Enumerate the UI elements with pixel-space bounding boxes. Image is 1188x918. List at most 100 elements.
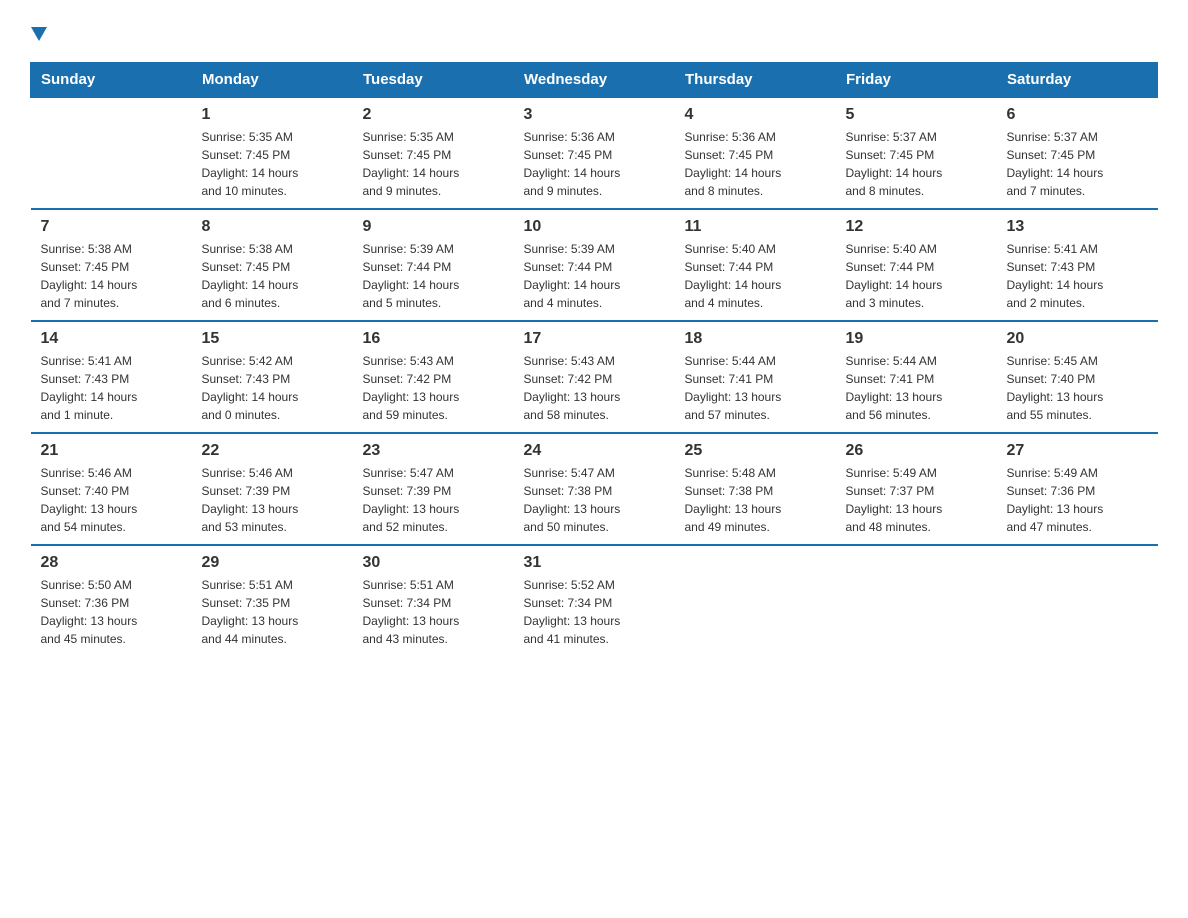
- day-info: Sunrise: 5:37 AM Sunset: 7:45 PM Dayligh…: [846, 128, 987, 200]
- column-header-friday: Friday: [836, 63, 997, 98]
- calendar-cell: 3 Sunrise: 5:36 AM Sunset: 7:45 PM Daylig…: [514, 97, 675, 209]
- calendar-header-row: SundayMondayTuesdayWednesdayThursdayFrid…: [31, 63, 1158, 98]
- calendar-cell: 12 Sunrise: 5:40 AM Sunset: 7:44 PM Dayli…: [836, 209, 997, 321]
- calendar-cell: [997, 545, 1158, 656]
- day-info: Sunrise: 5:51 AM Sunset: 7:34 PM Dayligh…: [363, 576, 504, 648]
- calendar-cell: 24 Sunrise: 5:47 AM Sunset: 7:38 PM Dayli…: [514, 433, 675, 545]
- calendar-cell: 28 Sunrise: 5:50 AM Sunset: 7:36 PM Dayli…: [31, 545, 192, 656]
- day-number: 26: [846, 442, 987, 460]
- day-number: 5: [846, 106, 987, 124]
- day-info: Sunrise: 5:38 AM Sunset: 7:45 PM Dayligh…: [41, 240, 182, 312]
- day-number: 13: [1007, 218, 1148, 236]
- day-number: 22: [202, 442, 343, 460]
- day-number: 21: [41, 442, 182, 460]
- logo-text: [30, 20, 48, 52]
- day-info: Sunrise: 5:43 AM Sunset: 7:42 PM Dayligh…: [363, 352, 504, 424]
- day-number: 31: [524, 554, 665, 572]
- week-row-2: 7 Sunrise: 5:38 AM Sunset: 7:45 PM Daylig…: [31, 209, 1158, 321]
- day-number: 25: [685, 442, 826, 460]
- day-info: Sunrise: 5:42 AM Sunset: 7:43 PM Dayligh…: [202, 352, 343, 424]
- calendar-cell: 18Sunrise: 5:44 AM Sunset: 7:41 PM Dayli…: [675, 321, 836, 433]
- day-info: Sunrise: 5:38 AM Sunset: 7:45 PM Dayligh…: [202, 240, 343, 312]
- day-number: 10: [524, 218, 665, 236]
- day-number: 29: [202, 554, 343, 572]
- day-info: Sunrise: 5:40 AM Sunset: 7:44 PM Dayligh…: [846, 240, 987, 312]
- day-number: 15: [202, 330, 343, 348]
- column-header-thursday: Thursday: [675, 63, 836, 98]
- day-number: 12: [846, 218, 987, 236]
- week-row-3: 14 Sunrise: 5:41 AM Sunset: 7:43 PM Dayli…: [31, 321, 1158, 433]
- day-number: 4: [685, 106, 826, 124]
- day-number: 9: [363, 218, 504, 236]
- day-number: 18: [685, 330, 826, 348]
- week-row-4: 21 Sunrise: 5:46 AM Sunset: 7:40 PM Dayli…: [31, 433, 1158, 545]
- day-info: Sunrise: 5:35 AM Sunset: 7:45 PM Dayligh…: [363, 128, 504, 200]
- day-number: 23: [363, 442, 504, 460]
- day-number: 20: [1007, 330, 1148, 348]
- day-info: Sunrise: 5:45 AM Sunset: 7:40 PM Dayligh…: [1007, 352, 1148, 424]
- day-number: 8: [202, 218, 343, 236]
- page-header: [30, 20, 1158, 44]
- day-info: Sunrise: 5:36 AM Sunset: 7:45 PM Dayligh…: [524, 128, 665, 200]
- day-info: Sunrise: 5:43 AM Sunset: 7:42 PM Dayligh…: [524, 352, 665, 424]
- calendar-cell: 5 Sunrise: 5:37 AM Sunset: 7:45 PM Daylig…: [836, 97, 997, 209]
- column-header-wednesday: Wednesday: [514, 63, 675, 98]
- day-info: Sunrise: 5:41 AM Sunset: 7:43 PM Dayligh…: [41, 352, 182, 424]
- day-number: 16: [363, 330, 504, 348]
- day-number: 6: [1007, 106, 1148, 124]
- calendar-cell: 15 Sunrise: 5:42 AM Sunset: 7:43 PM Dayli…: [192, 321, 353, 433]
- day-number: 28: [41, 554, 182, 572]
- day-info: Sunrise: 5:36 AM Sunset: 7:45 PM Dayligh…: [685, 128, 826, 200]
- calendar-cell: 27Sunrise: 5:49 AM Sunset: 7:36 PM Dayli…: [997, 433, 1158, 545]
- day-number: 11: [685, 218, 826, 236]
- calendar-cell: 22 Sunrise: 5:46 AM Sunset: 7:39 PM Dayli…: [192, 433, 353, 545]
- day-number: 24: [524, 442, 665, 460]
- calendar-cell: 14 Sunrise: 5:41 AM Sunset: 7:43 PM Dayli…: [31, 321, 192, 433]
- day-info: Sunrise: 5:39 AM Sunset: 7:44 PM Dayligh…: [363, 240, 504, 312]
- day-info: Sunrise: 5:48 AM Sunset: 7:38 PM Dayligh…: [685, 464, 826, 536]
- calendar-cell: 6 Sunrise: 5:37 AM Sunset: 7:45 PM Daylig…: [997, 97, 1158, 209]
- week-row-1: 1 Sunrise: 5:35 AM Sunset: 7:45 PM Daylig…: [31, 97, 1158, 209]
- calendar-cell: 2 Sunrise: 5:35 AM Sunset: 7:45 PM Daylig…: [353, 97, 514, 209]
- calendar-cell: 31 Sunrise: 5:52 AM Sunset: 7:34 PM Dayli…: [514, 545, 675, 656]
- calendar-cell: 1Sunrise: 5:35 AM Sunset: 7:45 PM Daylig…: [192, 97, 353, 209]
- calendar-cell: 8 Sunrise: 5:38 AM Sunset: 7:45 PM Daylig…: [192, 209, 353, 321]
- calendar-cell: 11Sunrise: 5:40 AM Sunset: 7:44 PM Dayli…: [675, 209, 836, 321]
- day-info: Sunrise: 5:44 AM Sunset: 7:41 PM Dayligh…: [846, 352, 987, 424]
- day-number: 7: [41, 218, 182, 236]
- calendar-cell: 30Sunrise: 5:51 AM Sunset: 7:34 PM Dayli…: [353, 545, 514, 656]
- day-info: Sunrise: 5:46 AM Sunset: 7:39 PM Dayligh…: [202, 464, 343, 536]
- day-number: 1: [202, 106, 343, 124]
- calendar-cell: 4 Sunrise: 5:36 AM Sunset: 7:45 PM Daylig…: [675, 97, 836, 209]
- calendar-cell: 23 Sunrise: 5:47 AM Sunset: 7:39 PM Dayli…: [353, 433, 514, 545]
- calendar-cell: [31, 97, 192, 209]
- day-info: Sunrise: 5:41 AM Sunset: 7:43 PM Dayligh…: [1007, 240, 1148, 312]
- column-header-tuesday: Tuesday: [353, 63, 514, 98]
- calendar-cell: 25 Sunrise: 5:48 AM Sunset: 7:38 PM Dayli…: [675, 433, 836, 545]
- column-header-saturday: Saturday: [997, 63, 1158, 98]
- calendar-cell: 21 Sunrise: 5:46 AM Sunset: 7:40 PM Dayli…: [31, 433, 192, 545]
- day-info: Sunrise: 5:51 AM Sunset: 7:35 PM Dayligh…: [202, 576, 343, 648]
- day-number: 19: [846, 330, 987, 348]
- logo-arrow-icon: [31, 20, 47, 52]
- calendar-cell: 13 Sunrise: 5:41 AM Sunset: 7:43 PM Dayli…: [997, 209, 1158, 321]
- calendar-cell: 9 Sunrise: 5:39 AM Sunset: 7:44 PM Daylig…: [353, 209, 514, 321]
- day-info: Sunrise: 5:46 AM Sunset: 7:40 PM Dayligh…: [41, 464, 182, 536]
- day-number: 3: [524, 106, 665, 124]
- day-number: 2: [363, 106, 504, 124]
- day-info: Sunrise: 5:47 AM Sunset: 7:39 PM Dayligh…: [363, 464, 504, 536]
- day-number: 14: [41, 330, 182, 348]
- calendar-cell: 16 Sunrise: 5:43 AM Sunset: 7:42 PM Dayli…: [353, 321, 514, 433]
- week-row-5: 28 Sunrise: 5:50 AM Sunset: 7:36 PM Dayli…: [31, 545, 1158, 656]
- column-header-sunday: Sunday: [31, 63, 192, 98]
- column-header-monday: Monday: [192, 63, 353, 98]
- day-info: Sunrise: 5:39 AM Sunset: 7:44 PM Dayligh…: [524, 240, 665, 312]
- calendar-cell: 29 Sunrise: 5:51 AM Sunset: 7:35 PM Dayli…: [192, 545, 353, 656]
- day-info: Sunrise: 5:37 AM Sunset: 7:45 PM Dayligh…: [1007, 128, 1148, 200]
- day-info: Sunrise: 5:49 AM Sunset: 7:37 PM Dayligh…: [846, 464, 987, 536]
- day-info: Sunrise: 5:50 AM Sunset: 7:36 PM Dayligh…: [41, 576, 182, 648]
- calendar-cell: 26 Sunrise: 5:49 AM Sunset: 7:37 PM Dayli…: [836, 433, 997, 545]
- calendar-table: SundayMondayTuesdayWednesdayThursdayFrid…: [30, 62, 1158, 656]
- day-info: Sunrise: 5:52 AM Sunset: 7:34 PM Dayligh…: [524, 576, 665, 648]
- day-info: Sunrise: 5:47 AM Sunset: 7:38 PM Dayligh…: [524, 464, 665, 536]
